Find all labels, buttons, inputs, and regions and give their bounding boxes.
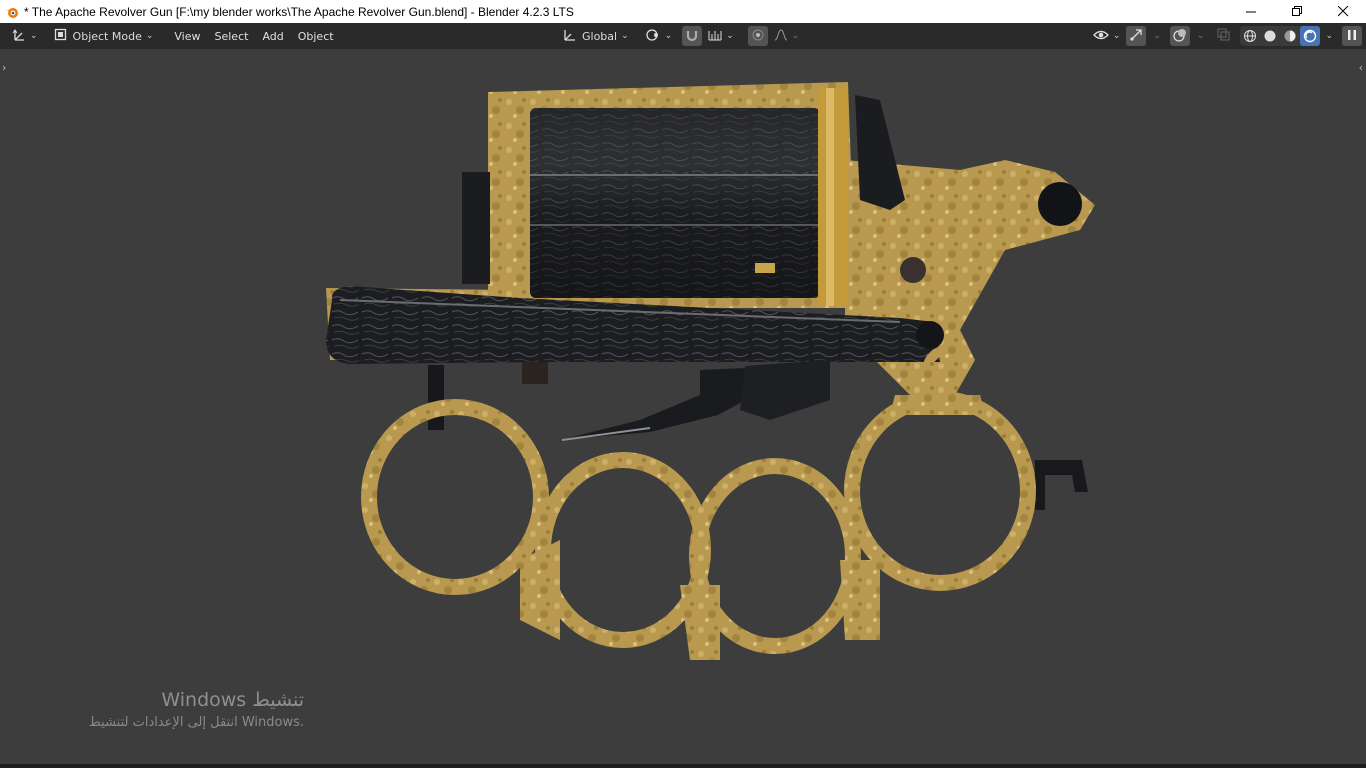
chevron-down-icon[interactable]: ⌄ — [1153, 31, 1161, 41]
menu-view[interactable]: View — [167, 26, 207, 46]
blender-logo-icon — [4, 4, 20, 20]
watermark-title: Windows تنشيط — [161, 689, 304, 711]
editor-type-button[interactable]: ⌄ — [6, 26, 44, 46]
hammer-screw — [1038, 182, 1082, 226]
pivot-point-dropdown[interactable]: ⌄ — [639, 26, 679, 46]
orientation-axes-icon — [562, 28, 576, 45]
revolver-model[interactable] — [0, 49, 1366, 764]
visibility-dropdown[interactable]: ⌄ — [1090, 26, 1124, 46]
restore-icon[interactable] — [1274, 0, 1320, 23]
menu-select[interactable]: Select — [208, 26, 256, 46]
wireframe-icon[interactable] — [1240, 26, 1260, 46]
viewport-header: ⌄ Object Mode ⌄ View Select Add Object G… — [0, 23, 1366, 49]
menu-add[interactable]: Add — [255, 26, 290, 46]
pause-icon — [1346, 29, 1358, 44]
solid-icon[interactable] — [1260, 26, 1280, 46]
windows-activation-watermark: Windows تنشيط انتقل إلى الإعدادات لتنشيط… — [89, 689, 304, 730]
falloff-curve-icon — [774, 28, 788, 44]
pivot-icon — [645, 28, 661, 45]
proportional-edit-toggle[interactable] — [747, 26, 768, 46]
folding-blade — [1035, 460, 1088, 510]
menu-object[interactable]: Object — [291, 26, 341, 46]
window-title: * The Apache Revolver Gun [F:\my blender… — [24, 4, 574, 19]
sidebar-toggle[interactable] — [1342, 26, 1362, 46]
window-titlebar: * The Apache Revolver Gun [F:\my blender… — [0, 0, 1366, 23]
material-preview-icon[interactable] — [1280, 26, 1300, 46]
eye-icon — [1092, 29, 1109, 44]
transform-orientation-dropdown[interactable]: Global ⌄ — [556, 26, 635, 46]
mode-selector[interactable]: Object Mode ⌄ — [48, 26, 160, 46]
status-bar-edge — [0, 764, 1366, 768]
shading-mode-group — [1240, 26, 1321, 46]
frame-screw — [900, 257, 926, 283]
snap-toggle[interactable] — [682, 26, 703, 46]
chevron-down-icon: ⌄ — [664, 31, 673, 41]
watermark-subtitle: انتقل إلى الإعدادات لتنشيط Windows. — [88, 715, 304, 730]
chevron-down-icon: ⌄ — [1112, 31, 1121, 41]
axes-icon — [12, 28, 26, 45]
xray-toggle[interactable] — [1213, 26, 1233, 46]
orientation-label: Global — [582, 29, 618, 43]
chevron-down-icon: ⌄ — [726, 31, 734, 41]
chevron-down-icon[interactable]: ⌄ — [1325, 31, 1333, 41]
viewport-display-tools: ⌄ ⌄ ⌄ ⌄ — [1090, 26, 1362, 46]
overlay-icon — [1173, 28, 1187, 45]
minimize-icon[interactable] — [1228, 0, 1274, 23]
header-menus: View Select Add Object — [167, 26, 340, 46]
chevron-down-icon: ⌄ — [30, 31, 38, 41]
object-mode-icon — [54, 28, 67, 44]
close-icon[interactable] — [1320, 0, 1366, 23]
window-controls — [1228, 0, 1366, 23]
chevron-down-icon: ⌄ — [145, 31, 154, 41]
gizmo-toggle[interactable] — [1126, 26, 1147, 46]
transform-tools: Global ⌄ ⌄ ⌄ ⌄ — [556, 26, 801, 46]
xray-icon — [1217, 28, 1230, 44]
chevron-down-icon: ⌄ — [621, 31, 629, 41]
rendered-icon[interactable] — [1300, 26, 1321, 46]
chevron-down-icon[interactable]: ⌄ — [1197, 31, 1205, 41]
overlay-toggle[interactable] — [1169, 26, 1190, 46]
proportional-edit-icon — [752, 29, 764, 44]
magnet-icon — [685, 28, 699, 45]
snap-increment-icon — [708, 29, 722, 44]
chevron-down-icon: ⌄ — [791, 31, 800, 41]
gizmo-icon — [1129, 28, 1143, 45]
falloff-dropdown[interactable]: ⌄ — [772, 26, 802, 46]
3d-viewport[interactable]: › ‹ Windows تنشيط انتقل إلى الإعدادات لت… — [0, 49, 1366, 764]
snap-target-dropdown[interactable]: ⌄ — [706, 26, 736, 46]
mode-label: Object Mode — [72, 29, 142, 43]
